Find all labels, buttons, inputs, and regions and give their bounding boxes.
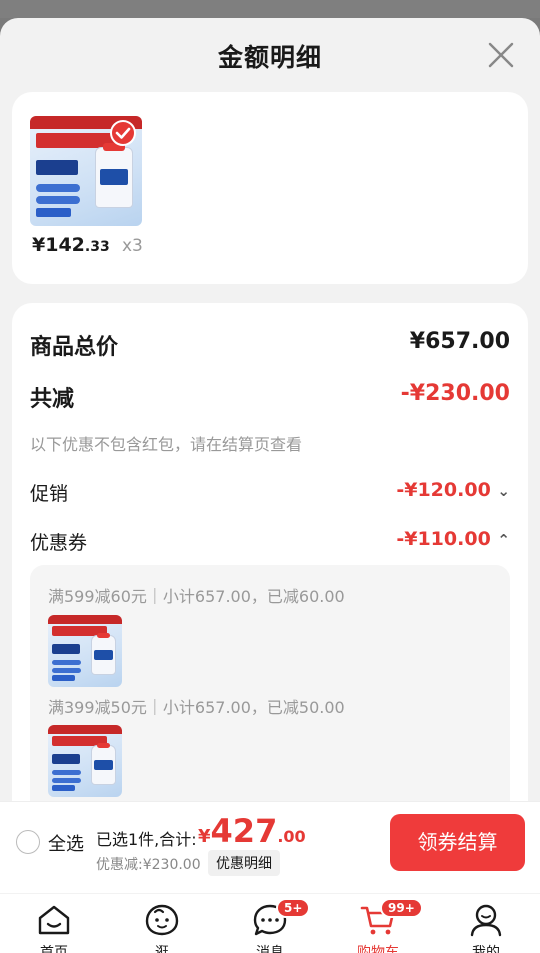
item-quantity: x3 xyxy=(122,236,143,256)
total-price-label: 商品总价 xyxy=(30,335,119,360)
sheet-title: 金额明细 xyxy=(217,43,322,72)
select-all-label[interactable]: 全选 xyxy=(48,830,84,856)
coupon-product-image-1[interactable] xyxy=(48,615,122,687)
amount-detail-sheet: 金额明细 ¥142.33 x3 商品总价 ¥657.00 共减 -¥230.00… xyxy=(0,18,540,953)
item-price: ¥142.33 xyxy=(32,234,110,256)
discover-icon xyxy=(145,904,179,936)
price-summary-card: 商品总价 ¥657.00 共减 -¥230.00 以下优惠不包含红包，请在结算页… xyxy=(12,303,528,843)
discount-note: 以下优惠不包含红包，请在结算页查看 xyxy=(30,435,303,454)
total-reduce-label: 共减 xyxy=(30,387,75,412)
total-reduce-row: 共减 -¥230.00 xyxy=(30,381,510,413)
dim-overlay[interactable] xyxy=(0,0,540,18)
promo-row[interactable]: 促销 -¥120.00 ⌄ xyxy=(30,479,510,506)
coupon-label: 优惠券 xyxy=(30,532,88,554)
tab-message[interactable]: 5+ 消息 xyxy=(230,898,311,953)
chevron-up-icon: ⌃ xyxy=(497,531,510,549)
close-icon xyxy=(488,42,514,68)
close-button[interactable] xyxy=(486,40,516,70)
message-badge: 5+ xyxy=(276,898,311,918)
selected-check-icon xyxy=(110,120,136,146)
tab-profile[interactable]: 我的 xyxy=(446,902,526,953)
select-all-radio[interactable] xyxy=(16,830,40,854)
tab-discover[interactable]: 逛 xyxy=(122,902,202,953)
tab-cart[interactable]: 99+ 购物车 xyxy=(338,898,423,953)
coupon-line-2: 满399减50元｜小计657.00，已减50.00 xyxy=(48,698,345,717)
chevron-down-icon: ⌄ xyxy=(497,482,510,500)
total-reduce-value: -¥230.00 xyxy=(400,381,510,406)
total-price-row: 商品总价 ¥657.00 xyxy=(30,329,510,361)
reduced-amount: 优惠减:¥230.00 xyxy=(96,857,201,873)
tab-home[interactable]: 首页 xyxy=(14,902,94,953)
selected-count: 已选1件,合计: xyxy=(96,830,197,849)
coupon-line-1: 满599减60元｜小计657.00，已减60.00 xyxy=(48,587,345,606)
home-icon xyxy=(38,905,70,935)
promo-value: -¥120.00 ⌄ xyxy=(396,479,510,501)
coupon-value: -¥110.00 ⌃ xyxy=(396,528,510,550)
coupon-product-image-2[interactable] xyxy=(48,725,122,797)
promo-label: 促销 xyxy=(30,483,69,505)
discount-detail-button[interactable]: 优惠明细 xyxy=(208,850,280,876)
coupon-detail-box: 满599减60元｜小计657.00，已减60.00 满399减50元｜小计657… xyxy=(30,565,510,835)
total-amount: ¥427.00 xyxy=(198,812,306,850)
profile-icon xyxy=(470,904,502,937)
checkout-bar: 全选 已选1件,合计: ¥427.00 优惠减:¥230.00 优惠明细 领券结… xyxy=(0,801,540,893)
product-card: ¥142.33 x3 xyxy=(12,92,528,284)
checkout-button[interactable]: 领券结算 xyxy=(390,814,525,871)
cart-badge: 99+ xyxy=(380,898,423,918)
total-price-value: ¥657.00 xyxy=(409,329,510,354)
coupon-row[interactable]: 优惠券 -¥110.00 ⌃ xyxy=(30,528,510,555)
bottom-tab-bar: 首页 逛 5+ 消息 99+ 购物车 我的 xyxy=(0,894,540,953)
